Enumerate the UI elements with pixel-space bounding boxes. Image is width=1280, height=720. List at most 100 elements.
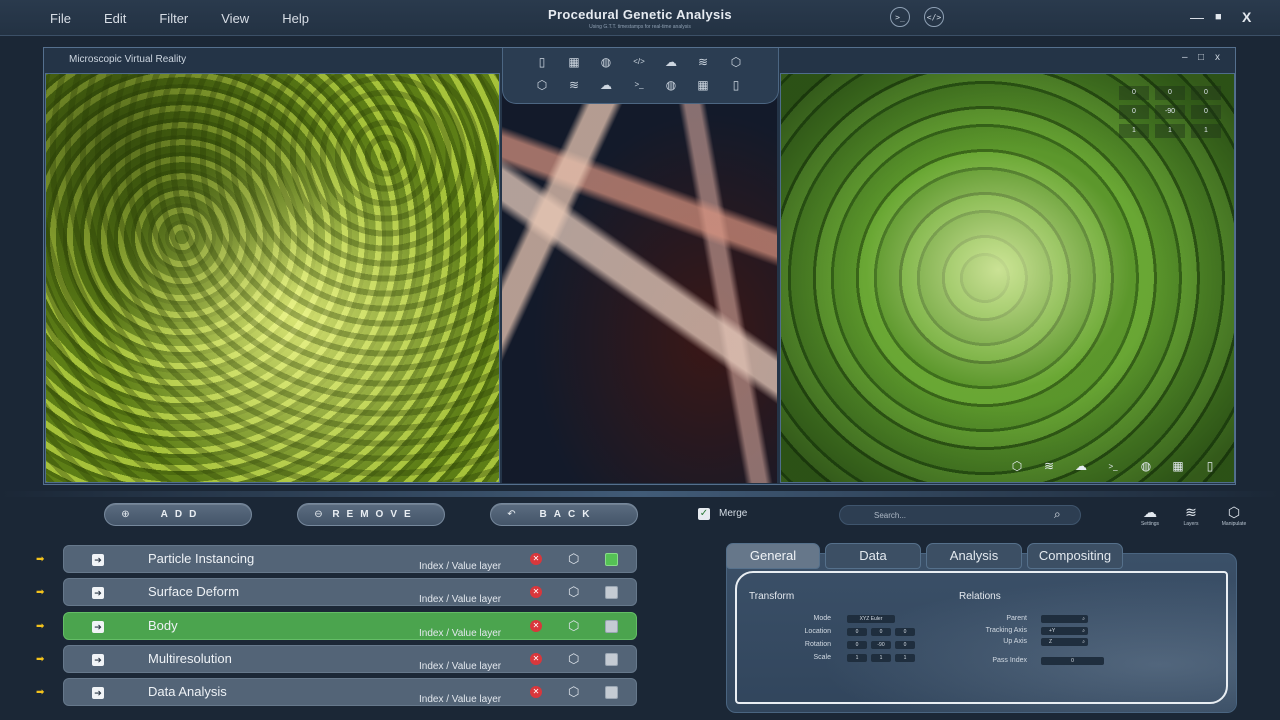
cloud-icon[interactable]: ☁ — [598, 77, 614, 93]
minimize-button[interactable]: — — [1190, 8, 1204, 26]
location-x-field[interactable]: 0 — [847, 628, 867, 636]
scale-z-field[interactable]: 1 — [895, 654, 915, 662]
scale-x-field[interactable]: 1 — [847, 654, 867, 662]
close-button[interactable]: X — [1242, 8, 1251, 26]
globe-icon[interactable]: ◍ — [663, 77, 679, 93]
modifier-row-data-analysis[interactable]: ➔ Data Analysis Index / Value layer ✕ ⬡ — [63, 678, 637, 706]
delete-icon[interactable]: ✕ — [530, 686, 542, 698]
modifier-row-body[interactable]: ➔ Body Index / Value layer ✕ ⬡ — [63, 612, 637, 640]
search-input[interactable] — [839, 505, 1081, 525]
code-icon[interactable]: </> — [631, 54, 647, 70]
merge-checkbox[interactable]: ✓ — [698, 508, 710, 520]
rotation-y-field[interactable]: -90 — [871, 641, 891, 649]
modifier-row-particle-instancing[interactable]: ➔ Particle Instancing Index / Value laye… — [63, 545, 637, 573]
terminal-icon[interactable]: >_ — [1105, 458, 1121, 474]
cloud-icon[interactable]: ☁ — [1073, 458, 1089, 474]
rotation-x-field[interactable]: 0 — [847, 641, 867, 649]
matrix-cell: -90 — [1155, 105, 1185, 119]
tab-compositing[interactable]: Compositing — [1027, 543, 1123, 569]
expand-icon[interactable]: ➔ — [92, 687, 104, 699]
delete-icon[interactable]: ✕ — [530, 553, 542, 565]
cube-icon[interactable]: ⬡ — [1009, 458, 1025, 474]
document-icon[interactable]: ▯ — [1202, 458, 1218, 474]
modifier-layer-label: Index / Value layer — [419, 694, 502, 705]
document-icon[interactable]: ▯ — [728, 77, 744, 93]
tab-general[interactable]: General — [726, 543, 820, 569]
layers-icon[interactable]: ≋ — [695, 54, 711, 70]
enable-checkbox[interactable] — [605, 653, 618, 666]
cloud-icon[interactable]: ☁ — [663, 54, 679, 70]
relations-section-title: Relations — [959, 591, 1001, 602]
tab-analysis[interactable]: Analysis — [926, 543, 1022, 569]
add-button[interactable]: ⊕ ADD — [104, 503, 252, 526]
settings-tool-label: Settings — [1140, 521, 1160, 527]
layers-icon[interactable]: ≋ — [566, 77, 582, 93]
cube-icon[interactable]: ⬡ — [568, 651, 579, 667]
cube-icon[interactable]: ⬡ — [728, 54, 744, 70]
location-y-field[interactable]: 0 — [871, 628, 891, 636]
expand-icon[interactable]: ➔ — [92, 554, 104, 566]
tracking-axis-field[interactable]: +Y ⌕ — [1041, 627, 1088, 635]
layers-icon[interactable]: ≋ — [1041, 458, 1057, 474]
matrix-cell: 1 — [1191, 124, 1221, 138]
viewport-maximize-button[interactable]: □ — [1198, 52, 1204, 63]
mode-select[interactable]: XYZ Euler — [847, 615, 895, 623]
matrix-cell: 0 — [1155, 86, 1185, 100]
enable-checkbox[interactable] — [605, 553, 618, 566]
manipulate-tool[interactable]: ⬡ Manipulate — [1216, 504, 1252, 527]
dna-strand-render[interactable] — [502, 73, 777, 483]
modifier-layer-label: Index / Value layer — [419, 661, 502, 672]
enable-checkbox[interactable] — [605, 620, 618, 633]
code-icon[interactable]: </> — [924, 7, 944, 27]
qr-icon[interactable]: ▦ — [566, 54, 582, 70]
expand-icon[interactable]: ➔ — [92, 654, 104, 666]
cell-render-left[interactable] — [45, 73, 500, 483]
parent-field[interactable]: ⌕ — [1041, 615, 1088, 623]
delete-icon[interactable]: ✕ — [530, 653, 542, 665]
back-button[interactable]: ↶ BACK — [490, 503, 638, 526]
divider — [0, 491, 1280, 497]
cube-icon[interactable]: ⬡ — [568, 684, 579, 700]
matrix-cell: 1 — [1119, 124, 1149, 138]
viewport-close-button[interactable]: x — [1215, 52, 1220, 63]
qr-icon[interactable]: ▦ — [1170, 458, 1186, 474]
modifier-row-multiresolution[interactable]: ➔ Multiresolution Index / Value layer ✕ … — [63, 645, 637, 673]
up-axis-field[interactable]: Z ⌕ — [1041, 638, 1088, 646]
expand-icon[interactable]: ➔ — [92, 621, 104, 633]
enable-checkbox[interactable] — [605, 686, 618, 699]
remove-button[interactable]: ⊖ REMOVE — [297, 503, 445, 526]
modifier-name: Multiresolution — [148, 651, 232, 666]
cube-icon[interactable]: ⬡ — [534, 77, 550, 93]
expand-icon[interactable]: ➔ — [92, 587, 104, 599]
delete-icon[interactable]: ✕ — [530, 586, 542, 598]
pass-index-field[interactable]: 0 — [1041, 657, 1104, 665]
tab-data[interactable]: Data — [825, 543, 921, 569]
search-icon[interactable]: ⌕ — [1054, 507, 1061, 522]
modifier-row-surface-deform[interactable]: ➔ Surface Deform Index / Value layer ✕ ⬡ — [63, 578, 637, 606]
tracking-axis-label: Tracking Axis — [985, 627, 1027, 634]
modifier-layer-label: Index / Value layer — [419, 561, 502, 572]
rotation-z-field[interactable]: 0 — [895, 641, 915, 649]
terminal-icon[interactable]: >_ — [890, 7, 910, 27]
location-z-field[interactable]: 0 — [895, 628, 915, 636]
scale-y-field[interactable]: 1 — [871, 654, 891, 662]
layers-tool[interactable]: ≋ Layers — [1173, 504, 1209, 527]
maximize-button[interactable]: ■ — [1215, 8, 1222, 26]
remove-button-label: REMOVE — [332, 509, 418, 520]
mode-label: Mode — [813, 615, 831, 622]
settings-tool[interactable]: ☁ Settings — [1132, 504, 1168, 527]
globe-icon[interactable]: ◍ — [1138, 458, 1154, 474]
cube-icon[interactable]: ⬡ — [568, 618, 579, 634]
terminal-icon[interactable]: >_ — [631, 77, 647, 93]
matrix-cell: 1 — [1155, 124, 1185, 138]
delete-icon[interactable]: ✕ — [530, 620, 542, 632]
cube-icon[interactable]: ⬡ — [568, 551, 579, 567]
document-icon[interactable]: ▯ — [534, 54, 550, 70]
app-subtitle: Using G.T.T. timestamps for real-time an… — [589, 24, 691, 30]
viewport-minimize-button[interactable]: – — [1182, 52, 1188, 63]
enable-checkbox[interactable] — [605, 586, 618, 599]
arrow-right-icon: ➡ — [36, 654, 45, 665]
qr-icon[interactable]: ▦ — [695, 77, 711, 93]
globe-icon[interactable]: ◍ — [598, 54, 614, 70]
cube-icon[interactable]: ⬡ — [568, 584, 579, 600]
